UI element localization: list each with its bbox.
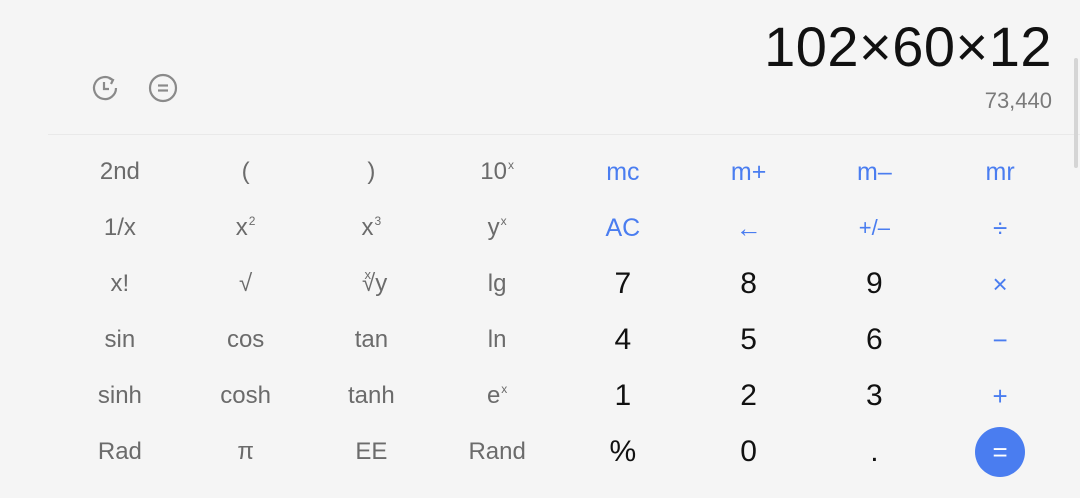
ten-power-key[interactable]: 10 x xyxy=(434,144,560,200)
cube-key[interactable]: x3 xyxy=(309,200,435,256)
display-divider xyxy=(48,134,1080,135)
pi-key[interactable]: π xyxy=(183,424,309,480)
memory-subtract-key[interactable]: m– xyxy=(812,144,938,200)
add-key[interactable]: + xyxy=(937,368,1063,424)
memory-recall-key[interactable]: mr xyxy=(937,144,1063,200)
all-clear-key[interactable]: AC xyxy=(560,200,686,256)
result-preview: 73,440 xyxy=(984,88,1052,113)
factorial-key[interactable]: x! xyxy=(57,256,183,312)
second-function-key[interactable]: 2nd xyxy=(57,144,183,200)
cosh-key[interactable]: cosh xyxy=(183,368,309,424)
equals-key[interactable]: = xyxy=(937,424,1063,480)
ln-key[interactable]: ln xyxy=(434,312,560,368)
x-root-y-key[interactable]: x √ y xyxy=(309,256,435,312)
digit-7-key[interactable]: 7 xyxy=(560,256,686,312)
percent-key[interactable]: % xyxy=(560,424,686,480)
y-power-x-key[interactable]: yx xyxy=(434,200,560,256)
keypad: 2nd ( ) 10 x mc m+ m– mr 1/x x2 x3 yx AC … xyxy=(57,144,1063,480)
close-paren-key[interactable]: ) xyxy=(309,144,435,200)
e-power-x-key[interactable]: ex xyxy=(434,368,560,424)
equals-button-circle[interactable]: = xyxy=(975,427,1026,477)
digit-9-key[interactable]: 9 xyxy=(812,256,938,312)
tan-key[interactable]: tan xyxy=(309,312,435,368)
digit-2-key[interactable]: 2 xyxy=(686,368,812,424)
plus-minus-key[interactable]: +/– xyxy=(812,200,938,256)
sinh-key[interactable]: sinh xyxy=(57,368,183,424)
ee-key[interactable]: EE xyxy=(309,424,435,480)
digit-8-key[interactable]: 8 xyxy=(686,256,812,312)
memory-clear-key[interactable]: mc xyxy=(560,144,686,200)
reciprocal-key[interactable]: 1/x xyxy=(57,200,183,256)
decimal-point-key[interactable]: . xyxy=(812,424,938,480)
backspace-key[interactable]: ← xyxy=(686,200,812,256)
digit-4-key[interactable]: 4 xyxy=(560,312,686,368)
digit-0-key[interactable]: 0 xyxy=(686,424,812,480)
divide-key[interactable]: ÷ xyxy=(937,200,1063,256)
multiply-key[interactable]: × xyxy=(937,256,1063,312)
digit-6-key[interactable]: 6 xyxy=(812,312,938,368)
display-area: 102×60×12 73,440 xyxy=(0,0,1080,135)
equals-circle-icon[interactable] xyxy=(148,73,178,103)
square-key[interactable]: x2 xyxy=(183,200,309,256)
subtract-key[interactable]: − xyxy=(937,312,1063,368)
tanh-key[interactable]: tanh xyxy=(309,368,435,424)
log-key[interactable]: lg xyxy=(434,256,560,312)
random-key[interactable]: Rand xyxy=(434,424,560,480)
square-root-key[interactable]: √ xyxy=(183,256,309,312)
cos-key[interactable]: cos xyxy=(183,312,309,368)
open-paren-key[interactable]: ( xyxy=(183,144,309,200)
memory-add-key[interactable]: m+ xyxy=(686,144,812,200)
digit-5-key[interactable]: 5 xyxy=(686,312,812,368)
sin-key[interactable]: sin xyxy=(57,312,183,368)
digit-3-key[interactable]: 3 xyxy=(812,368,938,424)
digit-1-key[interactable]: 1 xyxy=(560,368,686,424)
scrollbar-thumb[interactable] xyxy=(1074,58,1078,168)
rad-deg-toggle-key[interactable]: Rad xyxy=(57,424,183,480)
expression-display: 102×60×12 xyxy=(764,15,1052,78)
history-clock-icon[interactable] xyxy=(90,73,120,103)
